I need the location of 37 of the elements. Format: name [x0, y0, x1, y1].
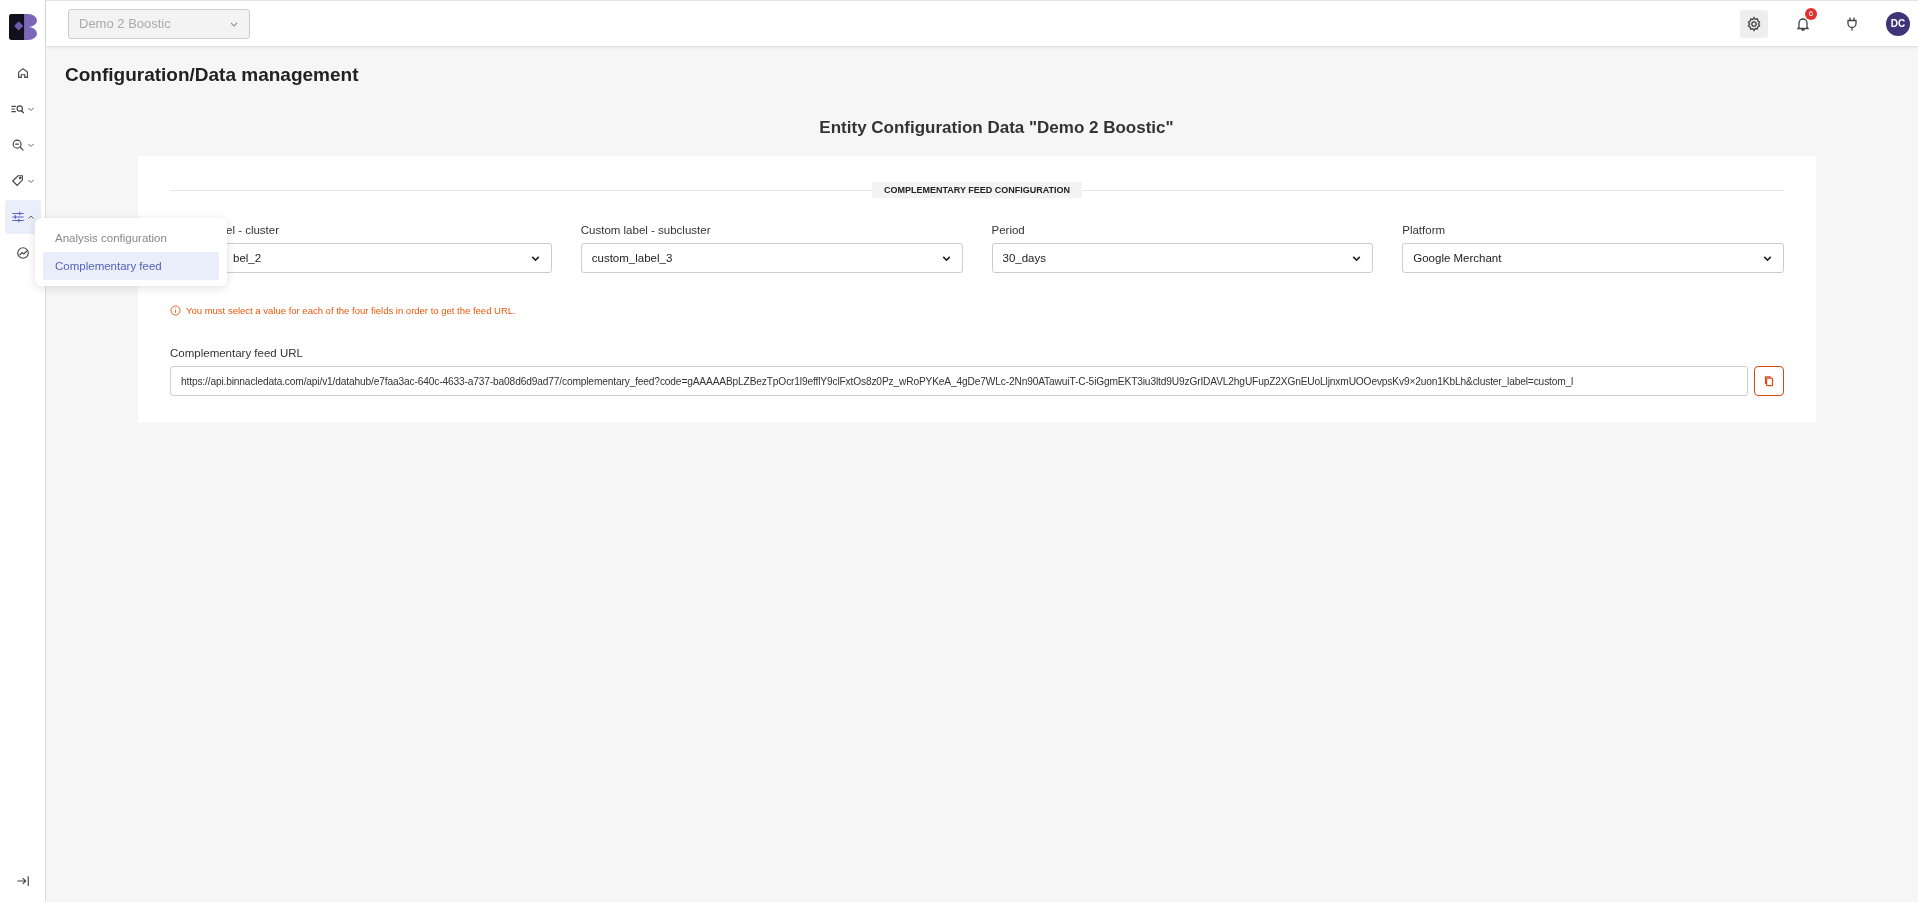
field-label: Platform — [1402, 224, 1447, 236]
select-field[interactable]: Google Merchant — [1402, 243, 1784, 273]
field-label: el - cluster — [225, 224, 281, 236]
url-field[interactable]: https://api.binnacledata.com/api/v1/datahub/e7faa3ac-640c-4633-a737-ba08d6d9ad77/complementary_feed?code=gAAAAABpLZBezTpOcr1l9efflY9clFxtOs8z0Pz_wRoPYKeA_4gDe7WLc-2Nn90ATawuiT-C-5iGgmEKT3iu3ltd9U9zGrIDAVL2hgUFupZ2XGnEUoLljnxmUOOevpsKv9×2uon1KbLh&cluster_label=custom_l — [170, 366, 1748, 396]
home-icon — [15, 66, 30, 80]
chevron-icon — [26, 141, 35, 149]
sidebar-item[interactable] — [4, 200, 41, 234]
chevron-icon — [26, 213, 35, 221]
collapse-icon[interactable] — [15, 874, 30, 888]
entity-title: Entity Configuration Data "Demo 2 Boostic" — [818, 118, 1175, 138]
copy-button[interactable] — [1754, 366, 1784, 396]
field-label: Custom label - subcluster — [580, 224, 712, 236]
copy-icon — [1762, 374, 1776, 388]
sliders-icon — [10, 210, 25, 224]
plug-icon — [1844, 15, 1860, 32]
section-label: COMPLEMENTARY FEED CONFIGURATION — [871, 182, 1083, 198]
chevron-icon — [26, 105, 35, 113]
warning-text: You must select a value for each of the four fields in order to get the feed URL. — [186, 305, 516, 316]
notifications-button[interactable]: 6 — [1789, 9, 1817, 38]
page-title: Configuration/Data management — [65, 64, 360, 86]
user-avatar[interactable]: DC — [1886, 11, 1910, 36]
notification-badge: 6 — [1805, 7, 1817, 20]
field-label: Period — [991, 224, 1026, 236]
gear-icon — [1746, 15, 1762, 32]
chevron-icon — [26, 177, 35, 185]
search-icon — [10, 138, 25, 152]
field-label: Complementary feed URL — [170, 347, 304, 359]
submenu-item[interactable]: Complementary feed — [43, 252, 219, 280]
settings-button[interactable] — [1740, 9, 1768, 38]
select-field[interactable]: custom_label_3 — [580, 243, 963, 273]
gauge-icon — [15, 246, 30, 260]
select-field[interactable]: 30_days — [991, 243, 1374, 273]
logo-icon — [8, 14, 37, 40]
list-search-icon — [10, 102, 25, 116]
bell-icon — [1795, 15, 1811, 32]
tag-icon — [10, 174, 25, 188]
info-icon — [170, 305, 181, 316]
